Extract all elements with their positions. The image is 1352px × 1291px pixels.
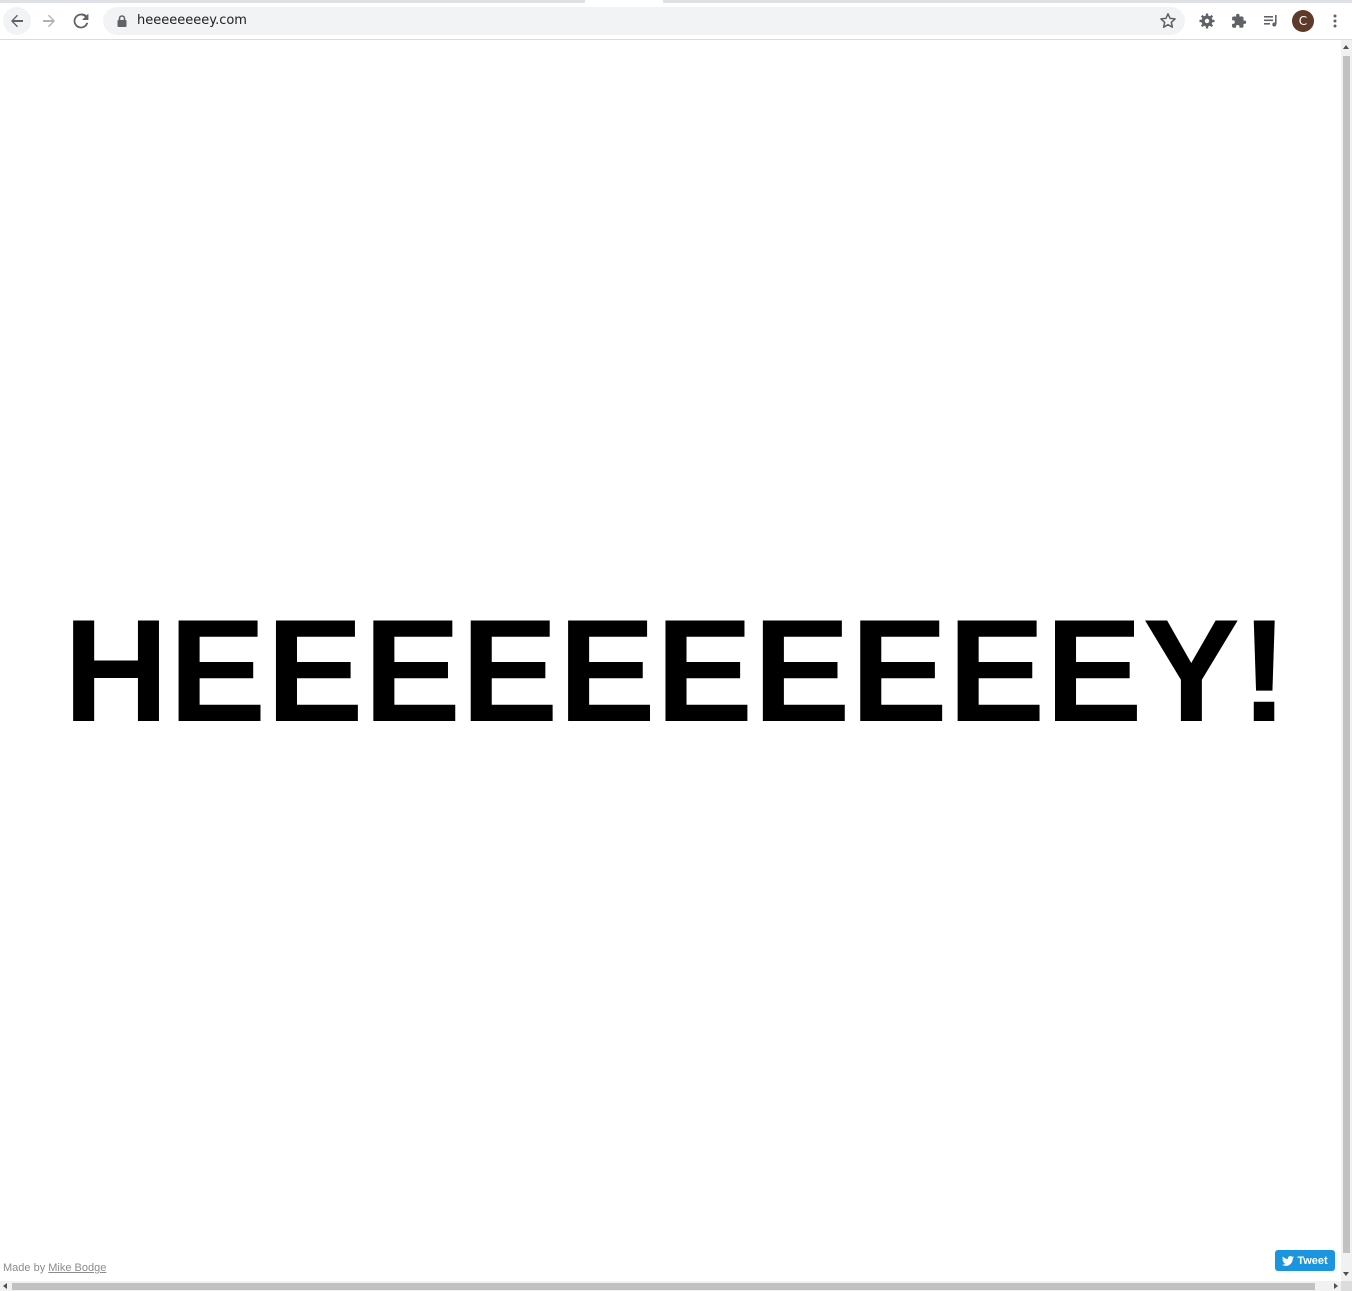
arrow-right-icon: [43, 14, 55, 28]
menu-button[interactable]: [1321, 7, 1349, 35]
address-bar[interactable]: heeeeeeeey.com: [103, 7, 1185, 35]
author-link[interactable]: Mike Bodge: [48, 1262, 106, 1274]
arrow-left-icon: [11, 14, 23, 28]
horizontal-scroll-thumb[interactable]: [12, 1283, 1315, 1290]
scroll-down-arrow[interactable]: [1343, 1272, 1349, 1276]
media-control-button[interactable]: [1257, 7, 1285, 35]
profile-avatar[interactable]: C: [1292, 10, 1314, 32]
credit-line: Made by Mike Bodge: [3, 1262, 106, 1274]
twitter-bird-icon: [1282, 1255, 1295, 1266]
back-button[interactable]: [3, 7, 31, 35]
scrollbar-corner: [1341, 1281, 1352, 1291]
reload-button[interactable]: [67, 7, 95, 35]
extensions-button[interactable]: [1225, 7, 1253, 35]
extension-button[interactable]: [1193, 7, 1221, 35]
vertical-scrollbar[interactable]: [1341, 40, 1352, 1281]
scroll-up-arrow[interactable]: [1343, 45, 1349, 49]
puzzle-icon: [1232, 13, 1247, 28]
scroll-right-arrow[interactable]: [1334, 1283, 1338, 1289]
playlist-icon: [1264, 15, 1277, 27]
scroll-left-arrow[interactable]: [3, 1283, 7, 1289]
gear-icon: [1199, 13, 1215, 29]
reload-icon: [73, 13, 89, 29]
forward-button[interactable]: [35, 7, 63, 35]
star-icon[interactable]: [1159, 12, 1177, 30]
tweet-label: Tweet: [1297, 1254, 1328, 1267]
tab-strip: [0, 0, 1352, 3]
active-tab[interactable]: [585, 0, 663, 3]
credit-prefix: Made by: [3, 1262, 46, 1274]
horizontal-scrollbar[interactable]: [0, 1281, 1341, 1291]
kebab-menu-icon: [1333, 14, 1337, 28]
browser-window: heeeeeeeey.com C HEEEEEEEEEEY! Made by M…: [0, 0, 1352, 1291]
tweet-button[interactable]: Tweet: [1275, 1250, 1335, 1271]
vertical-scroll-thumb[interactable]: [1343, 56, 1350, 1253]
url-text[interactable]: heeeeeeeey.com: [137, 13, 247, 29]
page-headline: HEEEEEEEEEEY!: [63, 589, 1289, 752]
page-viewport: HEEEEEEEEEEY! Made by Mike Bodge Tweet: [0, 40, 1341, 1281]
lock-icon[interactable]: [115, 14, 129, 28]
browser-toolbar: heeeeeeeey.com C: [0, 0, 1352, 40]
